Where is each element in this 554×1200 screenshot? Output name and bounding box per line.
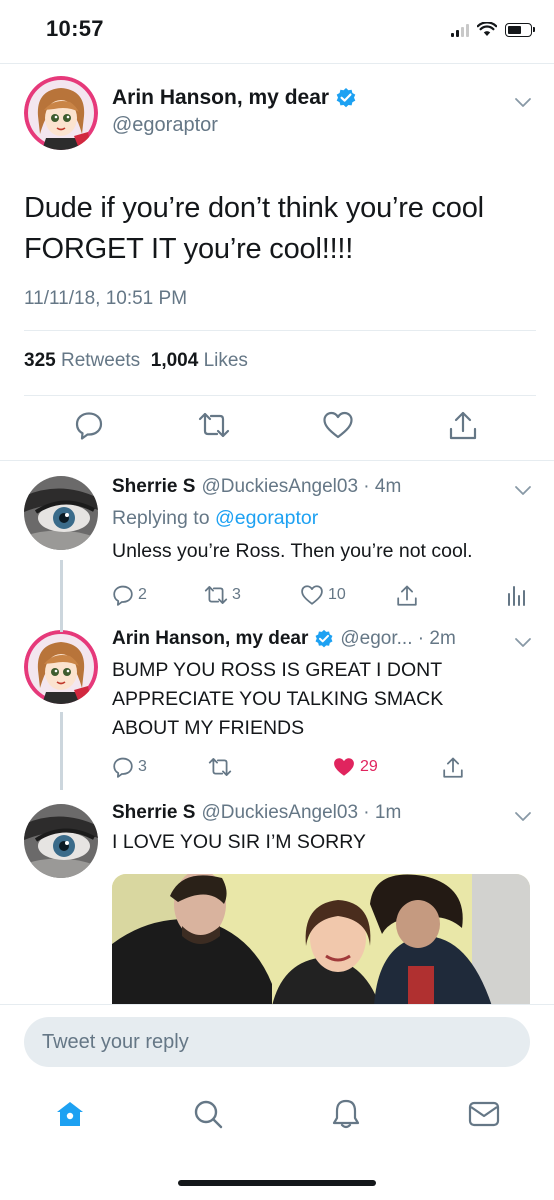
verified-badge-icon — [315, 629, 333, 648]
replying-to: Replying to @egoraptor — [112, 504, 473, 533]
reply-meta[interactable]: @DuckiesAngel03 · 1m — [201, 802, 401, 824]
reply-icon — [113, 757, 133, 778]
reply-body: Replying to @egoraptor Unless you’re Ros… — [112, 504, 473, 566]
reply-meta[interactable]: @egor... · 2m — [340, 628, 455, 650]
messages-icon — [468, 1101, 500, 1127]
reply-icon — [113, 585, 133, 606]
analytics-button[interactable] — [506, 584, 526, 606]
tab-home[interactable] — [52, 1096, 88, 1132]
reply-author-name[interactable]: Sherrie S — [112, 476, 195, 498]
like-count: 29 — [360, 758, 378, 775]
divider — [0, 460, 554, 461]
chevron-down-icon[interactable] — [514, 482, 532, 500]
tab-notifications[interactable] — [328, 1096, 364, 1132]
share-icon — [397, 585, 417, 606]
reply-icon[interactable] — [74, 410, 104, 440]
reply-text-line: BUMP YOU ROSS IS GREAT I DONT — [112, 659, 443, 681]
author-handle[interactable]: @egoraptor — [112, 114, 218, 137]
reply-count: 3 — [138, 758, 147, 775]
retweet-button[interactable]: 3 — [204, 584, 241, 606]
likes-count[interactable]: 1,004 — [151, 350, 199, 371]
chevron-down-icon[interactable] — [514, 808, 532, 826]
reply-actions: 3 29 — [112, 756, 532, 782]
reply-text-line: APPRECIATE YOU TALKING SMACK — [112, 688, 444, 710]
notifications-icon — [332, 1099, 360, 1129]
replying-to-handle[interactable]: @egoraptor — [215, 507, 318, 529]
share-icon — [443, 757, 463, 778]
header-divider — [0, 63, 554, 64]
retweets-count[interactable]: 325 — [24, 350, 56, 371]
chevron-down-icon[interactable] — [514, 94, 532, 112]
retweets-label[interactable]: Retweets — [61, 350, 140, 371]
like-button[interactable]: 10 — [300, 584, 346, 606]
reply-text-line: ABOUT MY FRIENDS — [112, 717, 305, 739]
author-row: Arin Hanson, my dear — [112, 86, 357, 110]
retweet-count: 3 — [232, 586, 241, 603]
home-icon — [57, 1102, 83, 1126]
replying-to-label: Replying to — [112, 507, 210, 529]
avatar[interactable] — [24, 476, 98, 550]
retweet-icon — [204, 586, 228, 604]
cellular-signal-icon — [451, 23, 469, 37]
liked-heart-icon — [334, 758, 354, 776]
thread-line — [60, 560, 63, 632]
reply-button[interactable]: 2 — [112, 584, 147, 606]
like-button[interactable]: 29 — [332, 756, 378, 778]
reply-text: I LOVE YOU SIR I’M SORRY — [112, 831, 366, 853]
share-button[interactable] — [442, 756, 464, 780]
like-icon — [301, 585, 323, 605]
divider — [24, 395, 536, 396]
reply-button[interactable]: 3 — [112, 756, 147, 778]
author-name[interactable]: Arin Hanson, my dear — [112, 86, 329, 110]
reply-text: Unless you’re Ross. Then you’re not cool… — [112, 540, 473, 562]
avatar[interactable] — [24, 630, 98, 704]
retweet-icon — [208, 758, 232, 776]
reply-author-name[interactable]: Sherrie S — [112, 802, 195, 824]
analytics-icon — [508, 586, 525, 606]
reply-count: 2 — [138, 586, 147, 603]
verified-badge-icon — [336, 88, 356, 108]
reply-composer — [0, 1004, 554, 1080]
thread-line — [60, 712, 63, 790]
avatar[interactable] — [24, 804, 98, 878]
like-icon[interactable] — [322, 410, 354, 440]
retweet-icon[interactable] — [198, 410, 230, 440]
tab-search[interactable] — [190, 1096, 226, 1132]
divider — [24, 330, 536, 331]
status-time: 10:57 — [46, 16, 104, 41]
retweet-button[interactable] — [208, 756, 232, 778]
tweet-actions — [0, 410, 554, 450]
tweet-stats: 325 Retweets 1,004 Likes — [24, 350, 248, 372]
wifi-icon — [477, 22, 497, 36]
reply-header: Sherrie S @DuckiesAngel03 · 1m — [112, 802, 401, 824]
tweet-timestamp: 11/11/18, 10:51 PM — [24, 288, 188, 309]
avatar[interactable] — [24, 76, 98, 150]
status-icons — [451, 22, 535, 37]
reply-header: Sherrie S @DuckiesAngel03 · 4m — [112, 476, 401, 498]
home-indicator[interactable] — [178, 1180, 376, 1186]
share-icon[interactable] — [448, 410, 478, 442]
search-icon — [194, 1100, 223, 1129]
reply-actions: 2 3 10 — [112, 584, 532, 610]
reply-meta[interactable]: @DuckiesAngel03 · 4m — [201, 476, 401, 498]
reply-header: Arin Hanson, my dear @egor... · 2m — [112, 628, 456, 650]
reply-text: BUMP YOU ROSS IS GREAT I DONT APPRECIATE… — [112, 656, 443, 743]
attached-photo[interactable] — [112, 874, 530, 1006]
tweet-text: Dude if you’re don’t think you’re cool F… — [24, 192, 484, 265]
reply-author-name[interactable]: Arin Hanson, my dear — [112, 628, 308, 650]
status-bar: 10:57 — [0, 0, 554, 62]
battery-icon — [505, 22, 535, 37]
reply-input[interactable] — [24, 1017, 530, 1067]
share-button[interactable] — [396, 584, 418, 608]
like-count: 10 — [328, 586, 346, 603]
likes-label[interactable]: Likes — [204, 350, 248, 371]
chevron-down-icon[interactable] — [514, 634, 532, 652]
tab-messages[interactable] — [466, 1096, 502, 1132]
